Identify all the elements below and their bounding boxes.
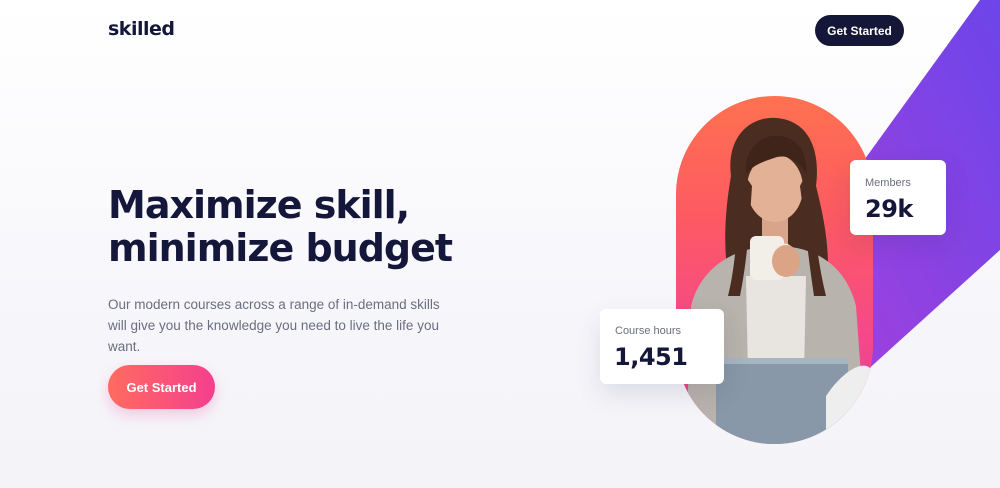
hero-headline-line-1: Maximize skill, xyxy=(108,183,410,227)
hero-headline-line-2: minimize budget xyxy=(108,226,453,270)
members-label: Members xyxy=(865,177,911,189)
members-value: 29k xyxy=(865,195,913,223)
brand-logo[interactable]: skilled xyxy=(108,18,175,40)
course-hours-label: Course hours xyxy=(615,325,682,337)
hero-headline: Maximize skill, minimize budget xyxy=(108,184,528,270)
header-get-started-button[interactable]: Get Started xyxy=(815,15,904,46)
members-stat-card: Members 29k xyxy=(850,160,946,235)
hero-get-started-button[interactable]: Get Started xyxy=(108,365,215,409)
hero-image-pill xyxy=(676,96,873,444)
hero-description: Our modern courses across a range of in-… xyxy=(108,297,440,354)
woman-drinking-coffee-illustration xyxy=(686,117,873,444)
course-hours-value: 1,451 xyxy=(614,343,688,371)
course-hours-stat-card: Course hours 1,451 xyxy=(600,309,724,384)
